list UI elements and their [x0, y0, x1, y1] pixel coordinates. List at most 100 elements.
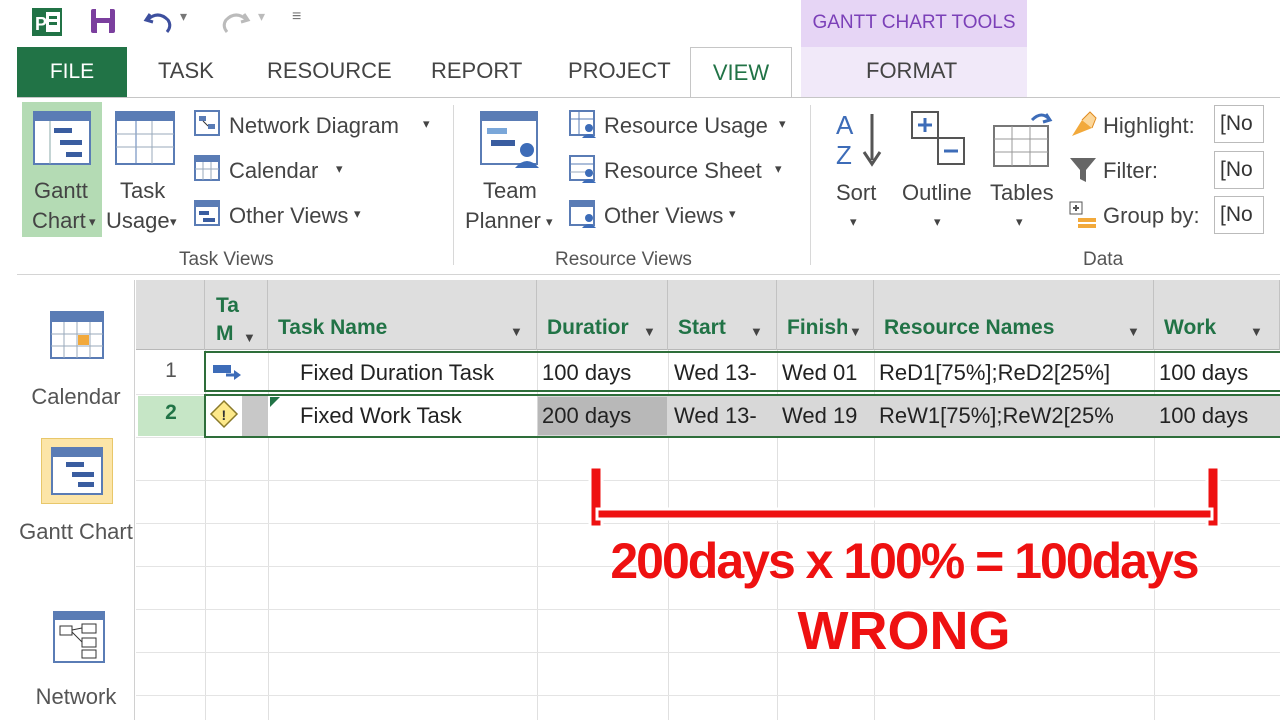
calendar-view-button[interactable]: Calendar ▾: [192, 153, 362, 187]
resource-sheet-button[interactable]: Resource Sheet ▾: [567, 153, 797, 187]
header-task-mode[interactable]: Ta M ▼: [205, 280, 268, 350]
group-by-label: Group by:: [1103, 203, 1200, 228]
group-by-control[interactable]: Group by:: [1066, 198, 1212, 232]
svg-text:Z: Z: [836, 140, 852, 170]
warning-icon[interactable]: !: [209, 399, 241, 429]
tab-format[interactable]: FORMAT: [866, 58, 957, 84]
chevron-down-icon: ▾: [354, 206, 361, 221]
task-name-cell[interactable]: Fixed Work Task: [300, 403, 535, 429]
start-cell[interactable]: Wed 13-: [674, 403, 776, 429]
chevron-down-icon[interactable]: ▼: [510, 324, 523, 339]
redo-dropdown-icon[interactable]: ▾: [258, 8, 265, 25]
row-id: 2: [165, 401, 177, 424]
resource-sheet-label: Resource Sheet: [604, 158, 762, 183]
work-cell[interactable]: 100 days: [1159, 360, 1280, 386]
work-cell[interactable]: 100 days: [1159, 403, 1280, 429]
filter-label: Filter:: [1103, 158, 1158, 183]
network-diagram-button[interactable]: Network Diagram ▾: [192, 108, 442, 142]
auto-schedule-icon: [213, 365, 241, 380]
tab-task[interactable]: TASK: [158, 58, 214, 84]
resource-other-views-button[interactable]: Other Views ▾: [567, 198, 757, 232]
chevron-down-icon[interactable]: ▼: [1250, 324, 1263, 339]
chevron-down-icon: ▾: [934, 214, 941, 229]
tab-view[interactable]: VIEW: [690, 47, 792, 99]
team-planner-label-1: Team: [483, 178, 537, 203]
filter-control[interactable]: Filter:: [1066, 153, 1212, 187]
chevron-down-icon: ▾: [336, 161, 343, 176]
team-planner-label-2: Planner: [465, 208, 541, 233]
context-tab-group-label: GANTT CHART TOOLS: [812, 12, 1016, 33]
chevron-down-icon: ▾: [779, 116, 786, 131]
chevron-down-icon: ▾: [170, 214, 177, 229]
highlight-label: Highlight:: [1103, 113, 1195, 138]
header-duration-label: Duratior: [547, 316, 629, 339]
filter-select[interactable]: [No: [1214, 151, 1264, 189]
chevron-down-icon[interactable]: ▼: [643, 324, 656, 339]
tab-report[interactable]: REPORT: [431, 58, 522, 84]
calendar-icon: [194, 155, 220, 181]
header-finish[interactable]: Finish ▼: [777, 280, 874, 350]
resource-names-cell[interactable]: ReW1[75%];ReW2[25%: [879, 403, 1152, 429]
ribbon-separator: [453, 105, 454, 265]
filter-funnel-icon: [1070, 158, 1096, 182]
header-work[interactable]: Work ▼: [1154, 280, 1280, 350]
team-planner-button[interactable]: Team Planner ▾: [463, 102, 559, 237]
other-views-label: Other Views: [604, 203, 724, 228]
resource-usage-label: Resource Usage: [604, 113, 768, 138]
redo-icon[interactable]: [218, 6, 252, 36]
tables-button[interactable]: Tables ▾: [986, 102, 1058, 237]
gantt-chart-button[interactable]: Gantt Chart ▾: [22, 102, 102, 237]
chevron-down-icon: ▾: [546, 214, 553, 229]
chevron-down-icon[interactable]: ▼: [1127, 324, 1140, 339]
finish-cell[interactable]: Wed 01: [782, 360, 872, 386]
highlight-select[interactable]: [No: [1214, 105, 1264, 143]
chevron-down-icon: ▾: [423, 116, 430, 131]
network-diagram-label: Network Diagram: [229, 113, 399, 138]
annotation-verdict: WRONG: [797, 600, 1012, 662]
team-planner-icon: [480, 111, 539, 168]
sort-button[interactable]: A Z Sort ▾: [826, 102, 890, 237]
save-icon[interactable]: [88, 6, 118, 36]
tab-resource[interactable]: RESOURCE: [267, 58, 392, 84]
tab-file[interactable]: FILE: [17, 47, 127, 97]
task-name-cell[interactable]: Fixed Duration Task: [300, 360, 535, 386]
task-usage-label-2: Usage: [106, 208, 170, 233]
tables-label: Tables: [990, 180, 1054, 205]
task-usage-button[interactable]: Task Usage ▾: [104, 102, 186, 237]
outline-label: Outline: [902, 180, 972, 205]
view-bar-calendar[interactable]: Calendar: [17, 280, 135, 420]
resource-usage-button[interactable]: Resource Usage ▾: [567, 108, 797, 142]
header-resource-names-label: Resource Names: [884, 316, 1055, 339]
highlight-control[interactable]: Highlight:: [1066, 108, 1212, 142]
chevron-down-icon[interactable]: ▼: [750, 324, 763, 339]
header-task-name[interactable]: Task Name ▼: [268, 280, 537, 350]
outline-button[interactable]: Outline ▾: [898, 102, 982, 237]
undo-dropdown-icon[interactable]: ▾: [180, 8, 187, 25]
calendar-icon: [50, 311, 104, 359]
start-cell[interactable]: Wed 13-: [674, 360, 776, 386]
annotation-bracket: [588, 465, 1221, 529]
group-by-select[interactable]: [No: [1214, 196, 1264, 234]
view-bar-gantt-chart[interactable]: Gantt Chart: [17, 430, 135, 580]
finish-cell[interactable]: Wed 19: [782, 403, 872, 429]
context-tab-group: GANTT CHART TOOLS: [801, 0, 1027, 47]
select-all-corner[interactable]: [136, 280, 205, 350]
chevron-down-icon[interactable]: ▼: [243, 324, 256, 350]
header-start[interactable]: Start ▼: [668, 280, 777, 350]
chevron-down-icon: ▾: [729, 206, 736, 221]
view-bar-network[interactable]: Network: [17, 600, 135, 720]
task-views-group-label: Task Views: [179, 249, 274, 270]
row-id: 1: [165, 359, 177, 382]
tab-project[interactable]: PROJECT: [568, 58, 671, 84]
header-resource-names[interactable]: Resource Names ▼: [874, 280, 1154, 350]
header-duration[interactable]: Duratior ▼: [537, 280, 668, 350]
duration-cell[interactable]: 100 days: [542, 360, 666, 386]
resource-names-cell[interactable]: ReD1[75%];ReD2[25%]: [879, 360, 1152, 386]
task-other-views-button[interactable]: Other Views ▾: [192, 198, 377, 232]
sort-label: Sort: [836, 180, 877, 205]
view-bar-gantt-chart-label: Gantt Chart: [19, 519, 133, 544]
chevron-down-icon[interactable]: ▼: [847, 324, 862, 339]
customize-qat-icon[interactable]: ≡: [292, 8, 301, 26]
duration-cell[interactable]: 200 days: [542, 403, 666, 429]
undo-icon[interactable]: [142, 6, 176, 36]
